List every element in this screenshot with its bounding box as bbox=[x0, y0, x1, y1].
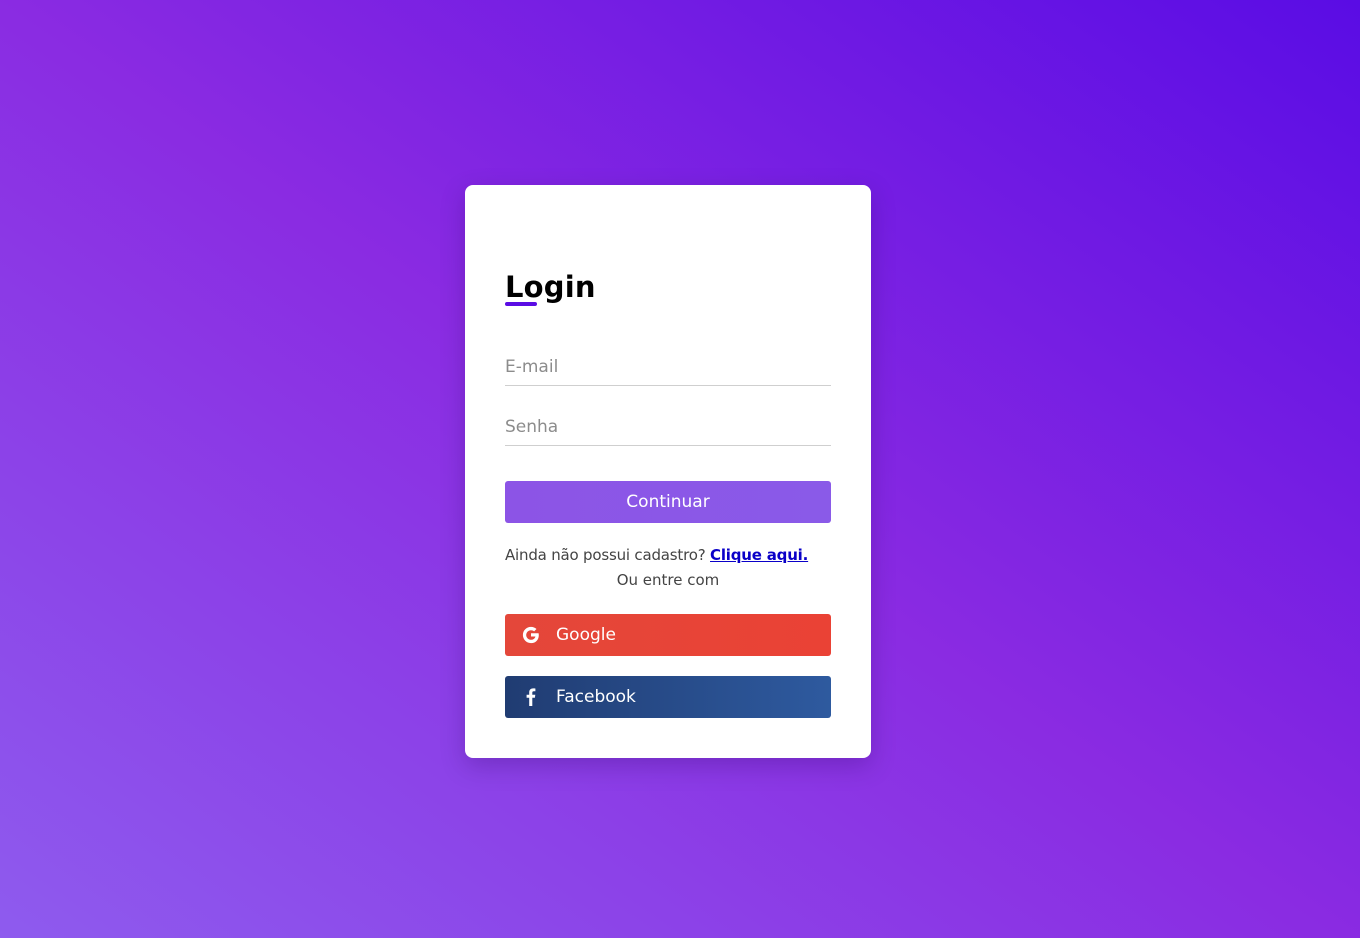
google-button-label: Google bbox=[556, 625, 616, 645]
facebook-button-label: Facebook bbox=[556, 687, 636, 707]
continue-button[interactable]: Continuar bbox=[505, 481, 831, 523]
signup-prompt: Ainda não possui cadastro? Clique aqui. bbox=[505, 546, 831, 564]
google-login-button[interactable]: Google bbox=[505, 614, 831, 656]
login-card: Login Continuar Ainda não possui cadastr… bbox=[465, 185, 871, 758]
signup-link[interactable]: Clique aqui. bbox=[710, 546, 808, 564]
facebook-icon bbox=[521, 687, 541, 707]
password-field[interactable] bbox=[505, 408, 831, 446]
google-icon bbox=[521, 625, 541, 645]
page-title: Login bbox=[505, 270, 596, 304]
title-underline bbox=[505, 302, 537, 306]
facebook-login-button[interactable]: Facebook bbox=[505, 676, 831, 718]
signup-prompt-text: Ainda não possui cadastro? bbox=[505, 546, 711, 564]
or-text: Ou entre com bbox=[616, 571, 720, 589]
email-field[interactable] bbox=[505, 348, 831, 386]
